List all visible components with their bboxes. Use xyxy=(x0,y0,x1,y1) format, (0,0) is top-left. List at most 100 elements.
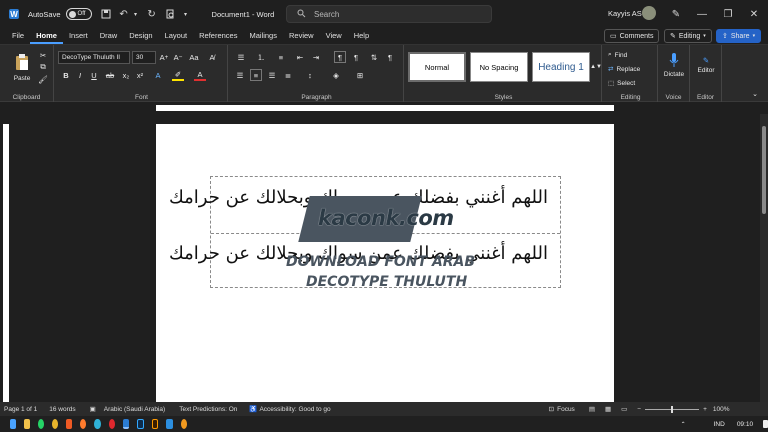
grow-font-icon[interactable]: A + xyxy=(158,51,170,63)
opera-icon[interactable] xyxy=(108,419,115,429)
justify-icon[interactable]: ≣ xyxy=(282,69,294,81)
borders-icon[interactable]: ⊞ xyxy=(354,69,366,81)
tab-draw[interactable]: Draw xyxy=(94,28,124,44)
customize-qat-icon[interactable]: ▾ xyxy=(180,8,192,20)
collapse-ribbon-icon[interactable]: ⌄ xyxy=(750,89,760,99)
read-mode-icon[interactable]: ▤ xyxy=(589,405,595,413)
zoom-out-icon[interactable]: − xyxy=(637,406,641,413)
italic-icon[interactable]: I xyxy=(74,69,86,81)
windows-start-icon[interactable] xyxy=(10,419,17,429)
tab-review[interactable]: Review xyxy=(283,28,320,44)
subscript-icon[interactable]: x₂ xyxy=(120,69,132,81)
whatsapp-icon[interactable] xyxy=(38,419,45,429)
chrome-icon[interactable] xyxy=(52,419,59,429)
file-explorer-icon[interactable] xyxy=(24,419,31,429)
notification-icon[interactable] xyxy=(763,420,768,428)
sort-icon[interactable]: ⇅ xyxy=(368,51,380,63)
highlight-icon[interactable]: ✐ xyxy=(172,69,184,81)
web-layout-icon[interactable]: ▭ xyxy=(621,405,627,413)
bullets-icon[interactable]: ☰ xyxy=(234,51,248,63)
close-icon[interactable]: ✕ xyxy=(748,8,760,20)
illustrator-icon[interactable] xyxy=(151,419,159,429)
zoom-slider-thumb[interactable] xyxy=(671,405,674,413)
rtl-direction-icon[interactable]: ¶ xyxy=(334,51,346,63)
undo-icon[interactable]: ↶ xyxy=(118,8,130,20)
redo-icon[interactable]: ↻ xyxy=(146,8,158,20)
firefox-icon[interactable] xyxy=(80,419,87,429)
format-painter-icon[interactable]: 🖌 xyxy=(38,74,48,84)
edge-icon[interactable] xyxy=(94,419,101,429)
bold-icon[interactable]: B xyxy=(60,69,72,81)
tab-references[interactable]: References xyxy=(193,28,243,44)
style-heading-1[interactable]: Heading 1 xyxy=(532,52,590,82)
increase-indent-icon[interactable]: ⇥ xyxy=(310,51,322,63)
save-icon[interactable] xyxy=(100,8,112,20)
align-left-icon[interactable]: ☰ xyxy=(234,69,246,81)
underline-icon[interactable]: U xyxy=(88,69,100,81)
font-size-field[interactable]: 30 xyxy=(132,51,156,64)
decrease-indent-icon[interactable]: ⇤ xyxy=(294,51,306,63)
zoom-in-icon[interactable]: + xyxy=(703,406,707,413)
word-taskbar-icon[interactable] xyxy=(122,419,129,429)
tray-time[interactable]: 09:10 xyxy=(737,421,753,428)
vertical-scrollbar[interactable] xyxy=(760,114,768,402)
paste-button[interactable]: Paste xyxy=(8,49,36,85)
restore-icon[interactable]: ❐ xyxy=(722,8,734,20)
search-box[interactable]: Search xyxy=(286,5,492,23)
print-layout-icon[interactable]: ▦ xyxy=(605,405,611,413)
brave-icon[interactable] xyxy=(66,419,73,429)
dictate-button[interactable]: Dictate xyxy=(660,49,688,81)
editor-button[interactable]: ✎ Editor xyxy=(692,49,720,81)
photoshop-icon[interactable] xyxy=(136,419,144,429)
zoom-slider[interactable] xyxy=(645,405,700,413)
line-spacing-icon[interactable]: ↕ xyxy=(304,69,316,81)
tab-design[interactable]: Design xyxy=(123,28,158,44)
clear-formatting-icon[interactable]: A̸ xyxy=(206,51,218,63)
tab-help[interactable]: Help xyxy=(348,28,375,44)
media-player-icon[interactable] xyxy=(180,419,187,429)
autosave-toggle[interactable]: Off xyxy=(65,8,92,20)
change-case-icon[interactable]: Aa xyxy=(188,51,200,63)
tab-insert[interactable]: Insert xyxy=(63,28,94,44)
text-predictions[interactable]: Text Predictions: On xyxy=(179,406,237,413)
numbering-icon[interactable]: ⒈ xyxy=(254,51,268,63)
page-count[interactable]: Page 1 of 1 xyxy=(4,406,37,413)
proofing-icon[interactable]: ▣ xyxy=(90,405,96,413)
avatar[interactable] xyxy=(642,6,656,20)
cut-icon[interactable]: ✂ xyxy=(38,50,48,60)
comments-button[interactable]: ▭ Comments xyxy=(604,29,660,43)
document-page[interactable]: اللهم أغنني بفضلك عمن سواك وبحلالك عن حر… xyxy=(156,124,614,414)
share-button[interactable]: ⇪ Share ▾ xyxy=(716,29,762,43)
chevron-down-icon[interactable]: ▾ xyxy=(130,8,142,20)
minimize-icon[interactable]: — xyxy=(696,8,708,20)
vscode-icon[interactable] xyxy=(166,419,173,429)
superscript-icon[interactable]: x² xyxy=(134,69,146,81)
ltr-direction-icon[interactable]: ¶ xyxy=(350,51,362,63)
scrollbar-thumb[interactable] xyxy=(762,126,766,214)
find-button[interactable]: ⌕ Find xyxy=(608,49,656,61)
strikethrough-icon[interactable]: ab xyxy=(104,69,116,81)
style-no-spacing[interactable]: No Spacing xyxy=(470,52,528,82)
tab-layout[interactable]: Layout xyxy=(159,28,194,44)
text-effects-icon[interactable]: A xyxy=(152,69,164,81)
tray-lang[interactable]: IND xyxy=(714,421,725,428)
replace-button[interactable]: ⇄ Replace xyxy=(608,63,656,75)
tab-mailings[interactable]: Mailings xyxy=(243,28,283,44)
tab-home[interactable]: Home xyxy=(30,28,63,44)
print-preview-icon[interactable] xyxy=(164,8,176,20)
tab-view[interactable]: View xyxy=(320,28,348,44)
language-indicator[interactable]: Arabic (Saudi Arabia) xyxy=(104,406,165,413)
font-name-field[interactable]: DecoType Thuluth II xyxy=(58,51,130,64)
style-normal[interactable]: Normal xyxy=(408,52,466,82)
show-marks-icon[interactable]: ¶ xyxy=(384,51,396,63)
focus-button[interactable]: Focus xyxy=(557,406,575,413)
align-center-icon[interactable]: ≡ xyxy=(250,69,262,81)
font-color-icon[interactable]: A xyxy=(194,69,206,81)
align-right-icon[interactable]: ☰ xyxy=(266,69,278,81)
shading-icon[interactable]: ◈ xyxy=(330,69,342,81)
editing-mode-button[interactable]: ✎ Editing ▾ xyxy=(664,29,712,43)
shrink-font-icon[interactable]: A − xyxy=(172,51,184,63)
tray-chevron-icon[interactable]: ⌃ xyxy=(681,421,686,428)
copy-icon[interactable]: ⧉ xyxy=(38,62,48,72)
word-count[interactable]: 16 words xyxy=(49,406,75,413)
